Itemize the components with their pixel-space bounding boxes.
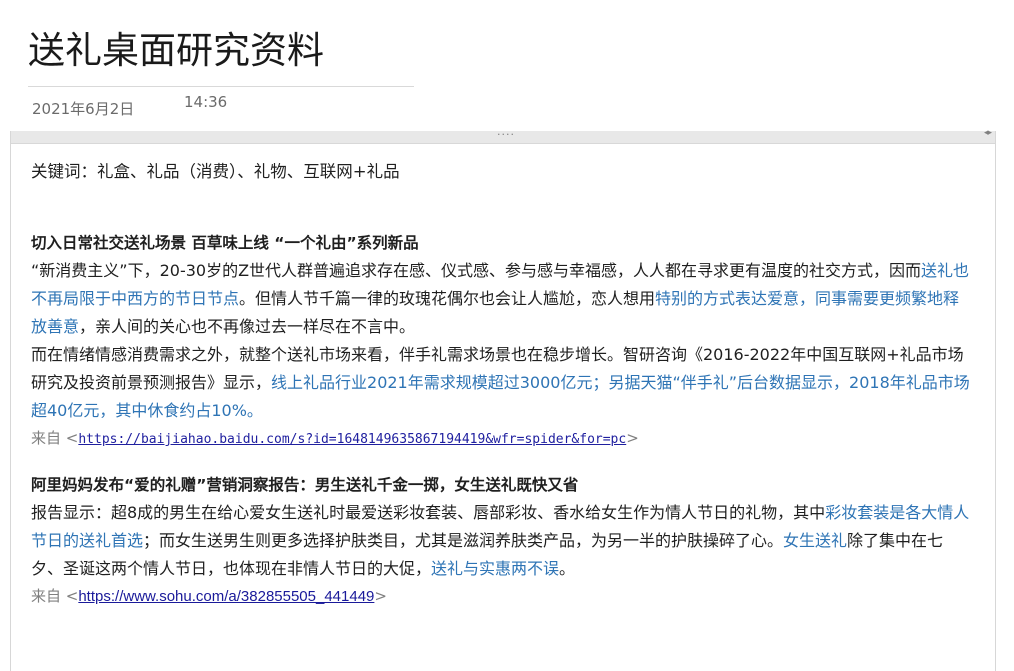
page-title[interactable]: 送礼桌面研究资料 xyxy=(28,28,324,74)
note-date: 2021年6月2日 xyxy=(32,100,135,118)
title-divider xyxy=(28,86,414,87)
source-line: 来自 <https://baijiahao.baidu.com/s?id=164… xyxy=(31,425,975,453)
source-link[interactable]: https://baijiahao.baidu.com/s?id=1648149… xyxy=(78,432,626,447)
container-drag-bar[interactable]: ···· ◂▸ xyxy=(11,128,995,144)
source-prefix: 来自 < xyxy=(31,429,79,447)
text-run: ，亲人间的关心也不再像过去一样尽在不言中。 xyxy=(79,317,416,336)
article-2: 阿里妈妈发布“爱的礼赠”营销洞察报告：男生送礼千金一掷，女生送礼既快又省 报告显… xyxy=(31,472,975,610)
article-paragraph: 报告显示：超8成的男生在给心爱女生送礼时最爱送彩妆套装、唇部彩妆、香水给女生作为… xyxy=(31,499,975,583)
keywords-line: 关键词：礼盒、礼品（消费）、礼物、互联网+礼品 xyxy=(31,162,400,181)
source-suffix: > xyxy=(626,429,639,447)
source-suffix: > xyxy=(374,587,387,605)
text-run: 。 xyxy=(559,559,576,578)
source-prefix: 来自 < xyxy=(31,587,79,605)
text-run: 。但情人节千篇一律的玫瑰花偶尔也会让人尴尬，恋人想用 xyxy=(239,289,656,308)
text-run: “新消费主义”下，20-30岁的Z世代人群普遍追求存在感、仪式感、参与感与幸福感… xyxy=(31,261,922,280)
highlighted-text: 女生送礼 xyxy=(783,531,848,550)
article-paragraph: 而在情绪情感消费需求之外，就整个送礼市场来看，伴手礼需求场景也在稳步增长。智研咨… xyxy=(31,341,975,425)
article-heading: 切入日常社交送礼场景 百草味上线 “一个礼由”系列新品 xyxy=(31,234,419,252)
source-line: 来自 <https://www.sohu.com/a/382855505_441… xyxy=(31,583,975,610)
highlighted-text: 送礼与实惠两不误 xyxy=(431,559,560,578)
article-paragraph: “新消费主义”下，20-30岁的Z世代人群普遍追求存在感、仪式感、参与感与幸福感… xyxy=(31,257,975,341)
resize-arrows-icon[interactable]: ◂▸ xyxy=(984,128,992,138)
note-content[interactable]: 关键词：礼盒、礼品（消费）、礼物、互联网+礼品 切入日常社交送礼场景 百草味上线… xyxy=(11,144,995,610)
drag-handle-icon[interactable]: ···· xyxy=(497,128,515,141)
article-1: 切入日常社交送礼场景 百草味上线 “一个礼由”系列新品 “新消费主义”下，20-… xyxy=(31,230,975,453)
note-time: 14:36 xyxy=(184,93,228,111)
source-link[interactable]: https://www.sohu.com/a/382855505_441449 xyxy=(78,588,374,605)
note-container[interactable]: ···· ◂▸ 关键词：礼盒、礼品（消费）、礼物、互联网+礼品 切入日常社交送礼… xyxy=(10,128,996,671)
text-run: ；而女生送男生则更多选择护肤类目，尤其是滋润养肤类产品，为另一半的护肤操碎了心。 xyxy=(143,531,784,550)
text-run: 报告显示：超8成的男生在给心爱女生送礼时最爱送彩妆套装、唇部彩妆、香水给女生作为… xyxy=(31,503,826,522)
article-heading: 阿里妈妈发布“爱的礼赠”营销洞察报告：男生送礼千金一掷，女生送礼既快又省 xyxy=(31,476,579,494)
